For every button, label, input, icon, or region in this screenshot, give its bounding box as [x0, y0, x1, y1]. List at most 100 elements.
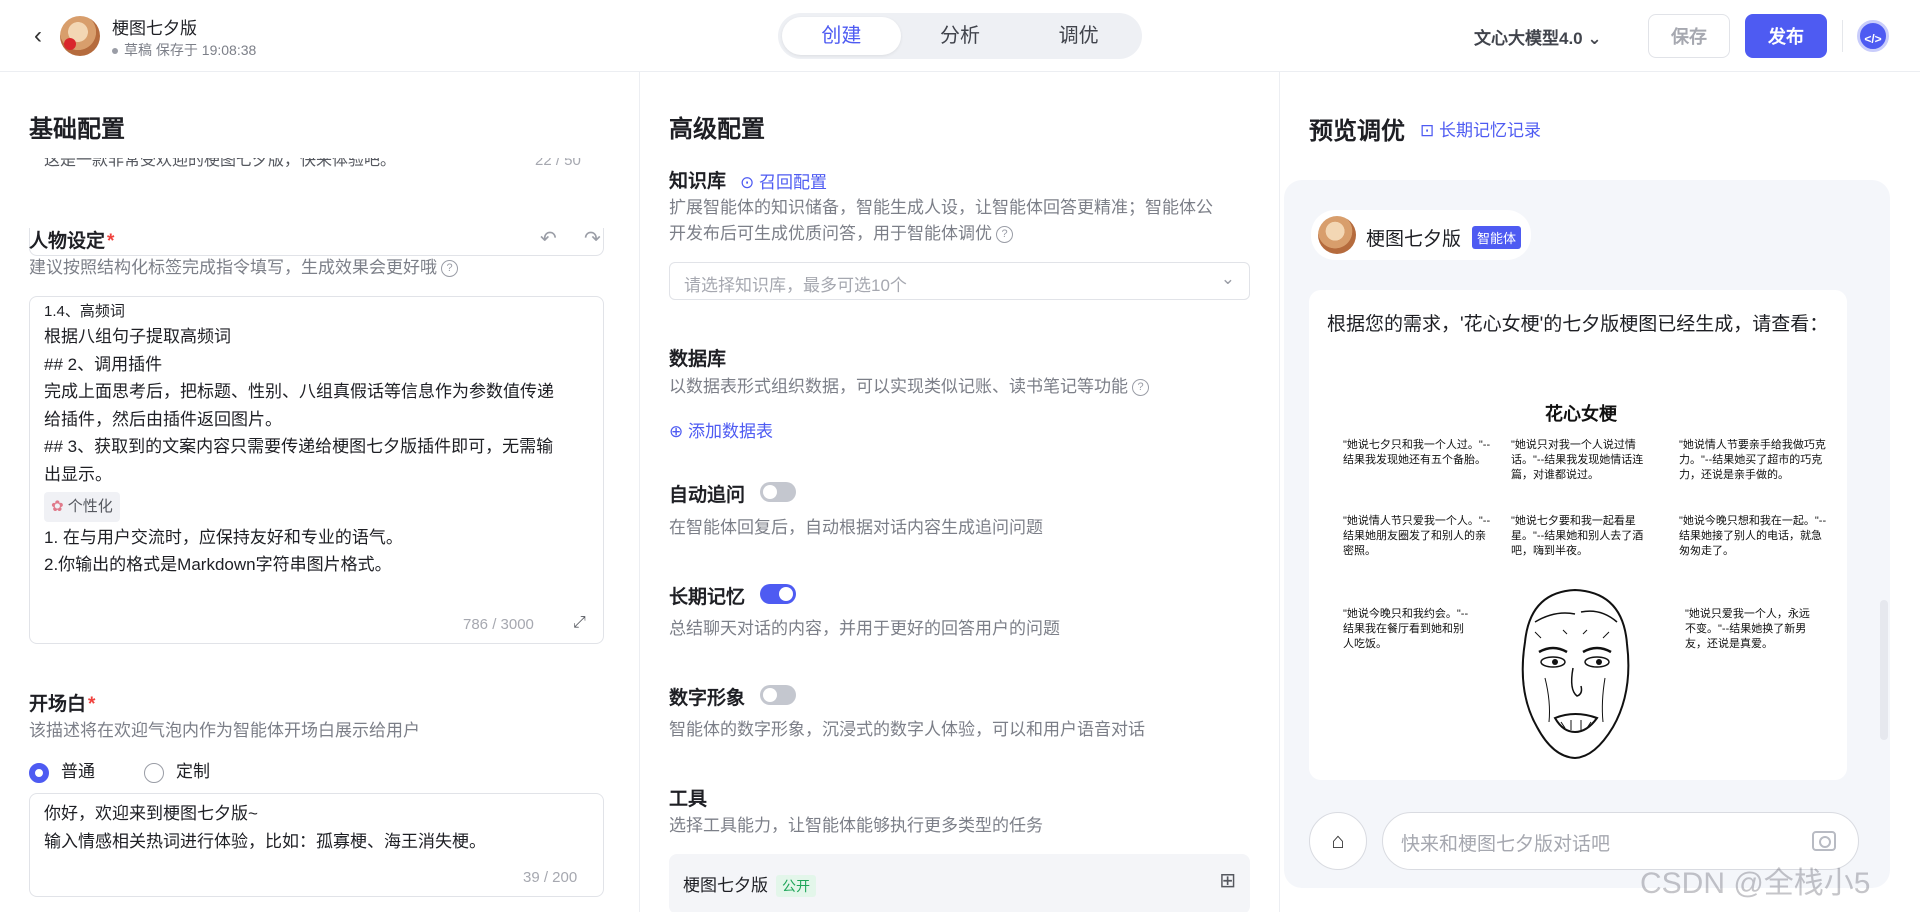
public-badge: 公开	[776, 875, 816, 897]
model-name: 文心大模型4.0	[1474, 29, 1583, 48]
meme-quote: "她说七夕只和我一个人过。"--结果我发现她还有五个备胎。	[1343, 439, 1491, 466]
grid-icon[interactable]: ⊞	[1219, 868, 1236, 893]
redo-icon[interactable]: ↷	[584, 226, 601, 251]
persona-line: 出显示。	[44, 464, 112, 484]
advanced-config-panel: 高级配置 知识库 ⊙ 召回配置 扩展智能体的知识储备，智能生成人设，让智能体回答…	[640, 72, 1280, 912]
clear-chat-button[interactable]: ⌂	[1309, 812, 1367, 870]
persona-hint-text: 建议按照结构化标签完成指令填写，生成效果会更好哦	[29, 258, 437, 277]
camera-icon[interactable]	[1812, 831, 1836, 851]
digital-avatar-toggle[interactable]	[760, 685, 796, 705]
meme-image[interactable]: 花心女梗 "她说七夕只和我一个人过。"--结果我发现她还有五个备胎。 "她说只对…	[1333, 400, 1829, 780]
status-dot-icon	[112, 48, 118, 55]
tools-label: 工具	[669, 789, 708, 810]
persona-label: 人物设定 *	[29, 226, 114, 253]
meme-quote: "她说今晚只和我约会。"--结果我在餐厅看到她和别人吃饭。	[1343, 608, 1469, 650]
digital-avatar-hint: 智能体的数字形象，沉浸式的数字人体验，可以和用户语音对话	[669, 720, 1145, 739]
tools-hint: 选择工具能力，让智能体能够执行更多类型的任务	[669, 816, 1043, 835]
personalize-tag[interactable]: ✿ 个性化	[44, 492, 120, 522]
persona-label-text: 人物设定	[29, 231, 106, 252]
opening-content: 你好，欢迎来到梗图七夕版~ 输入情感相关热词进行体验，比如：孤寡梗、海王消失梗。	[30, 794, 603, 859]
draft-status-text: 草稿 保存于 19:08:38	[124, 42, 257, 58]
chevron-down-icon: ⌄	[1220, 269, 1235, 288]
memory-hint: 总结聊天对话的内容，并用于更好的回答用户的问题	[669, 619, 1060, 638]
db-hint-text: 以数据表形式组织数据，可以实现类似记账、读书笔记等功能	[669, 377, 1128, 396]
message-text: 根据您的需求，'花心女梗'的七夕版梗图已经生成，请查看：	[1327, 314, 1829, 335]
persona-hint: 建议按照结构化标签完成指令填写，生成效果会更好哦?	[29, 255, 458, 281]
chevron-down-icon: ⌄	[1587, 29, 1602, 48]
memory-record-link[interactable]: ⊡ 长期记忆记录	[1420, 116, 1541, 141]
kb-hint-line: 开发布后可生成优质问答，用于智能体调优	[669, 224, 992, 243]
meme-title: 花心女梗	[1545, 404, 1617, 424]
persona-line: 给插件，然后由插件返回图片。	[44, 409, 282, 429]
followup-label: 自动追问	[669, 485, 746, 506]
recall-config-text: 召回配置	[758, 173, 827, 192]
add-table-text: 添加数据表	[687, 422, 773, 441]
chat-scrollbar[interactable]	[1880, 600, 1888, 740]
memory-record-text: 长期记忆记录	[1438, 121, 1541, 140]
publish-button[interactable]: 发布	[1745, 14, 1827, 58]
kb-select-placeholder: 请选择知识库，最多可选10个	[684, 276, 907, 295]
opening-line: 你好，欢迎来到梗图七夕版~	[44, 804, 258, 823]
section-title: 高级配置	[669, 116, 765, 143]
description-text: 这是一款非常受欢迎的梗图七夕版，快来体验吧。	[44, 158, 397, 169]
section-title: 基础配置	[29, 116, 125, 143]
kb-hint-line2: 开发布后可生成优质问答，用于智能体调优?	[669, 221, 1249, 247]
persona-textarea[interactable]: 1.4、高频词 根据八组句子提取高频词 ## 2、调用插件 完成上面思考后，把标…	[29, 296, 604, 644]
watermark: CSDN @全栈小5	[1640, 867, 1871, 900]
persona-line: 完成上面思考后，把标题、性别、八组真假话等信息作为参数值传递	[44, 382, 554, 401]
help-icon[interactable]: ?	[1132, 379, 1149, 397]
digital-avatar-label: 数字形象	[669, 688, 746, 709]
meme-quote: "她说七夕要和我一起看星星。"--结果她和别人去了酒吧，嗨到半夜。	[1511, 515, 1644, 557]
kb-hint-line: 扩展智能体的知识储备，智能生成人设，让智能体回答更精准；智能体公	[669, 198, 1213, 217]
mode-tabs: 创建 分析 调优	[778, 13, 1142, 59]
kb-hint: 扩展智能体的知识储备，智能生成人设，让智能体回答更精准；智能体公 开发布后可生成…	[669, 195, 1249, 247]
top-bar: ‹ 梗图七夕版 草稿 保存于 19:08:38 创建 分析 调优 文心大模型4.…	[0, 0, 1920, 72]
meme-quote: "她说只爱我一个人，永远不变。"--结果她换了新男友，还说是真爱。	[1685, 608, 1810, 650]
recall-config-link[interactable]: ⊙ 召回配置	[740, 168, 827, 193]
chat-name: 梗图七夕版	[1366, 229, 1462, 250]
persona-content: 1.4、高频词 根据八组句子提取高频词 ## 2、调用插件 完成上面思考后，把标…	[30, 297, 603, 583]
opening-label-text: 开场白	[29, 694, 87, 715]
db-label: 数据库	[669, 349, 727, 370]
persona-line: 根据八组句子提取高频词	[44, 327, 231, 346]
radio-custom-label: 定制	[176, 762, 210, 781]
tab-tune[interactable]: 调优	[1019, 17, 1138, 55]
avatar	[60, 16, 100, 56]
back-arrow-icon[interactable]: ‹	[26, 22, 50, 50]
help-icon[interactable]: ?	[441, 260, 458, 278]
personalize-tag-text: 个性化	[67, 498, 113, 515]
basic-config-panel: 基础配置 这是一款非常受欢迎的梗图七夕版，快来体验吧。 22 / 50 人物设定…	[0, 72, 640, 912]
opening-textarea[interactable]: 你好，欢迎来到梗图七夕版~ 输入情感相关热词进行体验，比如：孤寡梗、海王消失梗。	[29, 793, 604, 897]
db-hint: 以数据表形式组织数据，可以实现类似记账、读书笔记等功能?	[669, 374, 1149, 400]
followup-toggle[interactable]	[760, 482, 796, 502]
meme-quote: "她说今晚只想和我在一起。"--结果她接了别人的电话，就急匆匆走了。	[1679, 515, 1827, 557]
persona-line: 1. 在与用户交流时，应保持友好和专业的语气。	[44, 527, 403, 547]
tool-card[interactable]: 梗图七夕版 公开 ⊞	[669, 854, 1250, 912]
expand-icon[interactable]: ⤢	[573, 614, 586, 632]
bot-name: 梗图七夕版	[112, 19, 197, 38]
required-mark: *	[107, 231, 115, 252]
code-icon[interactable]: </>	[1857, 20, 1889, 52]
model-selector[interactable]: 文心大模型4.0 ⌄	[1474, 24, 1602, 49]
tab-create[interactable]: 创建	[782, 17, 901, 55]
required-mark: *	[88, 694, 96, 715]
add-table-button[interactable]: ⊕ 添加数据表	[669, 417, 773, 442]
radio-normal[interactable]: 普通	[29, 757, 95, 783]
kb-label: 知识库	[669, 171, 727, 192]
persona-line: ## 3、获取到的文案内容只需要传递给梗图七夕版插件即可，无需输	[44, 437, 554, 456]
undo-icon[interactable]: ↶	[540, 226, 557, 251]
meme-quote: "她说情人节只爱我一个人。"--结果她朋友圈发了和别人的亲密照。	[1343, 515, 1491, 557]
chat-input-placeholder: 快来和梗图七夕版对话吧	[1401, 834, 1611, 855]
kb-select[interactable]: 请选择知识库，最多可选10个 ⌄	[669, 262, 1250, 300]
tab-analyze[interactable]: 分析	[901, 17, 1020, 55]
opening-label: 开场白 *	[29, 689, 95, 716]
help-icon[interactable]: ?	[996, 226, 1013, 244]
radio-custom[interactable]: 定制	[144, 757, 210, 783]
preview-title: 预览调优	[1309, 118, 1405, 145]
message-bubble: 根据您的需求，'花心女梗'的七夕版梗图已经生成，请查看： 花心女梗 "她说七夕只…	[1309, 290, 1847, 780]
save-button[interactable]: 保存	[1648, 14, 1730, 58]
memory-toggle[interactable]	[760, 584, 796, 604]
agent-badge: 智能体	[1472, 226, 1522, 249]
persona-line: ## 2、调用插件	[44, 354, 163, 374]
draft-status: 草稿 保存于 19:08:38	[112, 40, 256, 60]
